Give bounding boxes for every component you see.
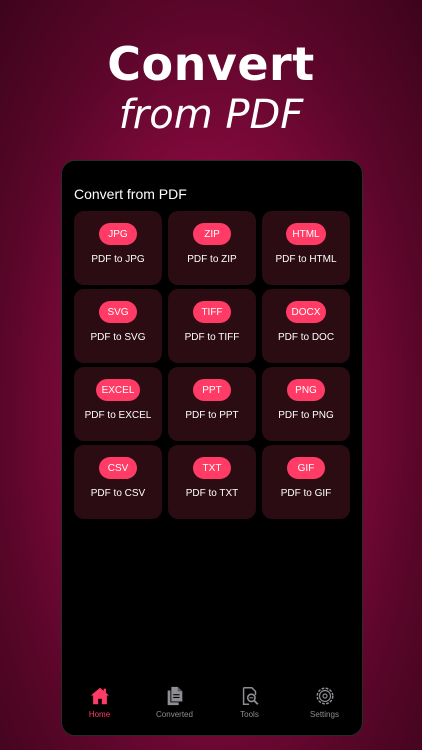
convert-card-html[interactable]: HTML PDF to HTML	[262, 211, 350, 285]
card-label: PDF to PNG	[278, 410, 334, 421]
convert-card-csv[interactable]: CSV PDF to CSV	[74, 445, 162, 519]
format-badge: ZIP	[193, 223, 231, 245]
format-badge: PNG	[287, 379, 325, 401]
card-label: PDF to HTML	[275, 254, 337, 265]
convert-card-jpg[interactable]: JPG PDF to JPG	[74, 211, 162, 285]
card-label: PDF to TIFF	[184, 332, 240, 343]
format-badge: TXT	[193, 457, 231, 479]
format-badge: PPT	[193, 379, 231, 401]
convert-card-ppt[interactable]: PPT PDF to PPT	[168, 367, 256, 441]
search-document-icon	[242, 687, 258, 705]
conversion-grid: JPG PDF to JPG ZIP PDF to ZIP HTML PDF t…	[74, 211, 350, 519]
documents-icon	[167, 686, 182, 706]
convert-card-png[interactable]: PNG PDF to PNG	[262, 367, 350, 441]
tab-tools[interactable]: Tools	[215, 683, 285, 719]
convert-card-excel[interactable]: EXCEL PDF to EXCEL	[74, 367, 162, 441]
tab-converted[interactable]: Converted	[140, 683, 210, 719]
tab-label-converted: Converted	[156, 710, 193, 719]
home-icon	[90, 687, 109, 705]
convert-card-svg[interactable]: SVG PDF to SVG	[74, 289, 162, 363]
format-badge: SVG	[99, 301, 137, 323]
section-title: Convert from PDF	[74, 186, 187, 202]
format-badge: CSV	[99, 457, 137, 479]
format-badge: HTML	[286, 223, 326, 245]
card-label: PDF to SVG	[90, 332, 146, 343]
card-label: PDF to ZIP	[187, 254, 237, 265]
tab-home[interactable]: Home	[65, 683, 135, 719]
tab-bar: Home Converted Tools Settings	[62, 683, 362, 735]
convert-card-txt[interactable]: TXT PDF to TXT	[168, 445, 256, 519]
card-label: PDF to EXCEL	[84, 410, 152, 421]
tab-label-home: Home	[88, 710, 111, 719]
card-label: PDF to JPG	[91, 254, 145, 265]
card-label: PDF to CSV	[90, 488, 146, 499]
format-badge: JPG	[99, 223, 137, 245]
card-label: PDF to DOC	[277, 332, 335, 343]
card-label: PDF to GIF	[280, 488, 332, 499]
card-label: PDF to PPT	[185, 410, 239, 421]
tab-label-settings: Settings	[310, 710, 339, 719]
convert-card-gif[interactable]: GIF PDF to GIF	[262, 445, 350, 519]
hero-title: Convert	[107, 37, 315, 91]
gear-icon	[315, 687, 334, 705]
card-label: PDF to TXT	[185, 488, 239, 499]
tab-label-tools: Tools	[240, 710, 259, 719]
format-badge: DOCX	[285, 301, 327, 323]
format-badge: EXCEL	[95, 379, 141, 401]
format-badge: TIFF	[193, 301, 231, 323]
phone-screen: Convert from PDF JPG PDF to JPG ZIP PDF …	[61, 160, 363, 736]
convert-card-tiff[interactable]: TIFF PDF to TIFF	[168, 289, 256, 363]
hero-subtitle: from PDF	[118, 92, 304, 138]
convert-card-docx[interactable]: DOCX PDF to DOC	[262, 289, 350, 363]
format-badge: GIF	[287, 457, 325, 479]
convert-card-zip[interactable]: ZIP PDF to ZIP	[168, 211, 256, 285]
tab-settings[interactable]: Settings	[290, 683, 360, 719]
